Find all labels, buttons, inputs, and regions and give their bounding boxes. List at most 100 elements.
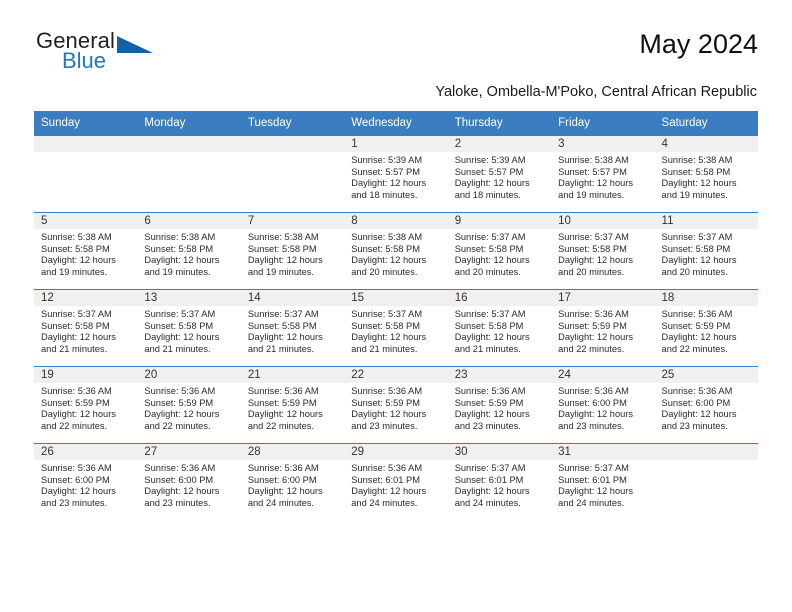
sunset-time: Sunset: 6:01 PM [351, 474, 420, 485]
daylight-duration-line1: Daylight: 12 hours [351, 255, 427, 266]
daylight-duration-line2: and 21 minutes. [351, 343, 418, 354]
generalblue-logo[interactable]: General Blue [34, 28, 164, 76]
day-sun-info: Sunrise: 5:38 AM Sunset: 5:58 PM Daylight:… [241, 229, 344, 278]
day-sun-info: Sunrise: 5:36 AM Sunset: 5:59 PM Daylight:… [241, 383, 344, 432]
calendar-day-cell[interactable]: 25 Sunrise: 5:36 AM Sunset: 6:00 PM Dayligh… [654, 366, 758, 444]
day-sun-info: Sunrise: 5:36 AM Sunset: 6:00 PM Daylight:… [34, 460, 137, 509]
daylight-duration-line1: Daylight: 12 hours [351, 332, 427, 343]
day-number: 29 [344, 444, 448, 460]
calendar-day-cell[interactable]: 28 Sunrise: 5:36 AM Sunset: 6:00 PM Dayligh… [240, 443, 345, 520]
day-sun-info: Sunrise: 5:37 AM Sunset: 5:58 PM Daylight:… [241, 306, 344, 355]
sunrise-time: Sunrise: 5:37 AM [41, 309, 112, 319]
daylight-duration-line1: Daylight: 12 hours [41, 409, 116, 420]
sunrise-time: Sunrise: 5:39 AM [454, 155, 526, 165]
calendar-day-cell[interactable]: 17 Sunrise: 5:36 AM Sunset: 5:59 PM Dayligh… [551, 289, 655, 367]
daylight-duration-line2: and 18 minutes. [351, 189, 418, 200]
calendar-day-cell[interactable]: 23 Sunrise: 5:36 AM Sunset: 5:59 PM Dayligh… [447, 366, 552, 444]
calendar-day-cell[interactable]: 29 Sunrise: 5:36 AM Sunset: 6:01 PM Dayligh… [344, 443, 448, 520]
sunset-time: Sunset: 5:58 PM [247, 320, 317, 331]
daylight-duration-line2: and 19 minutes. [41, 266, 108, 277]
day-number: 26 [34, 444, 138, 460]
daylight-duration-line1: Daylight: 12 hours [454, 332, 530, 343]
day-cell-content: 13 Sunrise: 5:37 AM Sunset: 5:58 PM Dayligh… [137, 290, 241, 366]
day-cell-empty [654, 444, 758, 520]
calendar-day-cell[interactable]: 26 Sunrise: 5:36 AM Sunset: 6:00 PM Dayligh… [34, 443, 138, 520]
calendar-day-cell[interactable]: 16 Sunrise: 5:37 AM Sunset: 5:58 PM Dayligh… [447, 289, 552, 367]
sunrise-time: Sunrise: 5:37 AM [247, 309, 319, 319]
day-number: 4 [654, 136, 758, 152]
daylight-duration-line1: Daylight: 12 hours [661, 178, 737, 189]
calendar-day-cell[interactable]: 12 Sunrise: 5:37 AM Sunset: 5:58 PM Dayligh… [34, 289, 138, 367]
calendar-day-cell[interactable]: 15 Sunrise: 5:37 AM Sunset: 5:58 PM Dayligh… [344, 289, 448, 367]
calendar-day-cell[interactable]: 18 Sunrise: 5:36 AM Sunset: 5:59 PM Dayligh… [654, 289, 758, 367]
sunset-time: Sunset: 5:58 PM [351, 320, 420, 331]
daylight-duration-line2: and 24 minutes. [247, 497, 314, 508]
calendar-day-cell[interactable]: 19 Sunrise: 5:36 AM Sunset: 5:59 PM Dayligh… [34, 366, 138, 444]
day-cell-content: 23 Sunrise: 5:36 AM Sunset: 5:59 PM Dayligh… [447, 367, 552, 443]
day-sun-info: Sunrise: 5:37 AM Sunset: 5:58 PM Daylight:… [448, 306, 551, 355]
sunset-time: Sunset: 5:59 PM [351, 397, 420, 408]
calendar-day-cell[interactable]: 9 Sunrise: 5:37 AM Sunset: 5:58 PM Daylight… [447, 212, 552, 290]
day-number [240, 136, 345, 152]
day-cell-content: 8 Sunrise: 5:38 AM Sunset: 5:58 PM Daylight… [344, 213, 448, 289]
calendar-day-cell[interactable]: 2 Sunrise: 5:39 AM Sunset: 5:57 PM Daylight… [447, 135, 552, 213]
sunrise-time: Sunrise: 5:38 AM [351, 232, 423, 242]
calendar-day-cell[interactable]: 31 Sunrise: 5:37 AM Sunset: 6:01 PM Dayligh… [551, 443, 655, 520]
daylight-duration-line2: and 23 minutes. [558, 420, 625, 431]
sunrise-time: Sunrise: 5:37 AM [558, 232, 629, 242]
calendar-day-cell[interactable]: 3 Sunrise: 5:38 AM Sunset: 5:57 PM Daylight… [551, 135, 655, 213]
calendar-day-cell[interactable]: 20 Sunrise: 5:36 AM Sunset: 5:59 PM Dayligh… [137, 366, 241, 444]
day-sun-info: Sunrise: 5:36 AM Sunset: 5:59 PM Daylight:… [655, 306, 758, 355]
sunset-time: Sunset: 6:01 PM [558, 474, 627, 485]
day-cell-content: 16 Sunrise: 5:37 AM Sunset: 5:58 PM Dayligh… [447, 290, 552, 366]
calendar-day-cell[interactable]: 21 Sunrise: 5:36 AM Sunset: 5:59 PM Dayligh… [240, 366, 345, 444]
calendar-day-cell[interactable]: 22 Sunrise: 5:36 AM Sunset: 5:59 PM Dayligh… [344, 366, 448, 444]
calendar-day-cell[interactable]: 11 Sunrise: 5:37 AM Sunset: 5:58 PM Dayligh… [654, 212, 758, 290]
day-number: 12 [34, 290, 138, 306]
calendar-day-cell[interactable]: 27 Sunrise: 5:36 AM Sunset: 6:00 PM Dayligh… [137, 443, 241, 520]
sunrise-time: Sunrise: 5:37 AM [558, 463, 629, 473]
sunset-time: Sunset: 6:00 PM [41, 474, 110, 485]
calendar-week-row: 12 Sunrise: 5:37 AM Sunset: 5:58 PM Dayligh… [34, 289, 758, 367]
day-sun-info: Sunrise: 5:36 AM Sunset: 6:00 PM Daylight:… [137, 460, 240, 509]
daylight-duration-line1: Daylight: 12 hours [144, 332, 220, 343]
sunrise-time: Sunrise: 5:37 AM [454, 463, 526, 473]
calendar-day-cell[interactable]: 10 Sunrise: 5:37 AM Sunset: 5:58 PM Dayligh… [551, 212, 655, 290]
calendar-day-cell[interactable]: 6 Sunrise: 5:38 AM Sunset: 5:58 PM Daylight… [137, 212, 241, 290]
sunset-time: Sunset: 5:58 PM [144, 243, 214, 254]
day-cell-content: 27 Sunrise: 5:36 AM Sunset: 6:00 PM Dayligh… [137, 444, 241, 520]
sunrise-time: Sunrise: 5:37 AM [351, 309, 423, 319]
day-cell-content: 21 Sunrise: 5:36 AM Sunset: 5:59 PM Dayligh… [240, 367, 345, 443]
calendar-week-row: 1 Sunrise: 5:39 AM Sunset: 5:57 PM Daylight… [34, 135, 758, 213]
day-number: 23 [447, 367, 552, 383]
daylight-duration-line1: Daylight: 12 hours [558, 255, 634, 266]
sunset-time: Sunset: 5:59 PM [661, 320, 731, 331]
sunset-time: Sunset: 5:58 PM [454, 243, 524, 254]
calendar-day-cell[interactable]: 13 Sunrise: 5:37 AM Sunset: 5:58 PM Dayligh… [137, 289, 241, 367]
sunset-time: Sunset: 5:59 PM [144, 397, 214, 408]
calendar-day-cell[interactable]: 8 Sunrise: 5:38 AM Sunset: 5:58 PM Daylight… [344, 212, 448, 290]
day-cell-content: 10 Sunrise: 5:37 AM Sunset: 5:58 PM Dayligh… [551, 213, 655, 289]
calendar-day-cell[interactable] [34, 135, 138, 213]
day-number: 16 [447, 290, 552, 306]
calendar-day-cell[interactable]: 14 Sunrise: 5:37 AM Sunset: 5:58 PM Dayligh… [240, 289, 345, 367]
calendar-day-cell[interactable]: 1 Sunrise: 5:39 AM Sunset: 5:57 PM Daylight… [344, 135, 448, 213]
daylight-duration-line1: Daylight: 12 hours [351, 486, 427, 497]
daylight-duration-line2: and 19 minutes. [661, 189, 728, 200]
day-cell-content: 5 Sunrise: 5:38 AM Sunset: 5:58 PM Daylight… [34, 213, 138, 289]
daylight-duration-line2: and 19 minutes. [558, 189, 625, 200]
sunrise-time: Sunrise: 5:37 AM [454, 232, 526, 242]
calendar-day-cell[interactable] [240, 135, 345, 213]
calendar-day-cell[interactable] [654, 443, 758, 520]
daylight-duration-line1: Daylight: 12 hours [558, 178, 634, 189]
calendar-day-cell[interactable]: 30 Sunrise: 5:37 AM Sunset: 6:01 PM Dayligh… [447, 443, 552, 520]
calendar-day-cell[interactable]: 5 Sunrise: 5:38 AM Sunset: 5:58 PM Daylight… [34, 212, 138, 290]
calendar-day-cell[interactable] [137, 135, 241, 213]
day-sun-info: Sunrise: 5:38 AM Sunset: 5:57 PM Daylight:… [551, 152, 654, 201]
sunset-time: Sunset: 5:58 PM [144, 320, 214, 331]
weekday-header-friday: Friday [551, 111, 655, 136]
calendar-day-cell[interactable]: 4 Sunrise: 5:38 AM Sunset: 5:58 PM Daylight… [654, 135, 758, 213]
calendar-day-cell[interactable]: 7 Sunrise: 5:38 AM Sunset: 5:58 PM Daylight… [240, 212, 345, 290]
calendar-day-cell[interactable]: 24 Sunrise: 5:36 AM Sunset: 6:00 PM Dayligh… [551, 366, 655, 444]
day-sun-info: Sunrise: 5:36 AM Sunset: 5:59 PM Daylight:… [34, 383, 137, 432]
